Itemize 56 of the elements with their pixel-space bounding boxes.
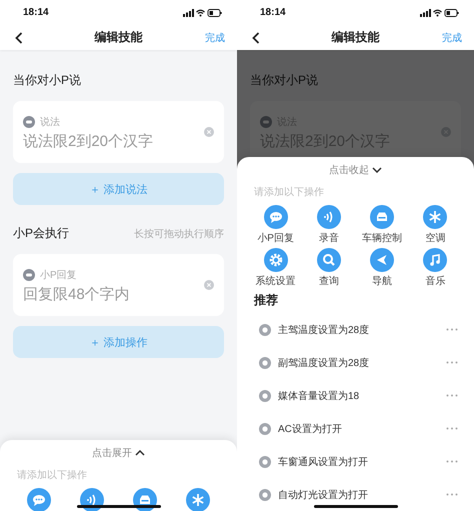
status-time: 18:14 xyxy=(23,7,49,18)
circle-icon xyxy=(259,324,271,336)
back-icon[interactable] xyxy=(15,32,23,44)
action-label[interactable]: 查询 xyxy=(318,274,339,288)
section-title: 当你对小P说 xyxy=(13,72,82,89)
circle-icon xyxy=(259,390,271,402)
status-icons xyxy=(420,8,460,18)
page-title: 编辑技能 xyxy=(332,29,380,46)
gear-icon[interactable] xyxy=(264,248,288,272)
section-title: 推荐 xyxy=(254,292,279,309)
toggle-button[interactable]: 点击展开 xyxy=(92,446,132,460)
more-icon[interactable] xyxy=(446,328,458,331)
field-label: 说法 xyxy=(40,116,60,128)
section-hint: 长按可拖动执行顺序 xyxy=(134,228,224,240)
more-icon[interactable] xyxy=(446,460,458,463)
search-icon[interactable] xyxy=(316,248,341,272)
action-label[interactable]: 导航 xyxy=(372,274,392,288)
more-icon[interactable] xyxy=(446,394,458,397)
more-icon[interactable] xyxy=(446,493,458,496)
status-icons xyxy=(183,8,223,18)
recommendation-item[interactable]: 媒体音量设置为18 xyxy=(278,388,439,402)
recommendation-item[interactable]: 车窗通风设置为打开 xyxy=(278,454,439,468)
action-label[interactable]: 音乐 xyxy=(425,274,446,288)
circle-icon xyxy=(259,488,271,500)
sheet-hint: 请添加以下操作 xyxy=(254,186,325,199)
field-label: 小P回复 xyxy=(40,268,77,282)
sheet-hint: 请添加以下操作 xyxy=(17,468,88,482)
back-icon[interactable] xyxy=(252,32,260,44)
action-label[interactable]: 系统设置 xyxy=(256,274,296,288)
section-title: 小P会执行 xyxy=(13,225,70,242)
snowflake-icon[interactable] xyxy=(186,488,210,511)
action-label[interactable]: 车辆控制 xyxy=(362,231,402,245)
clear-icon[interactable] xyxy=(204,127,214,137)
action-label[interactable]: 小P回复 xyxy=(257,231,294,245)
chevron-up-icon[interactable] xyxy=(135,450,145,456)
action-label[interactable]: 空调 xyxy=(425,231,446,245)
clear-icon[interactable] xyxy=(204,280,214,290)
input-field[interactable]: 说法限2到20个汉字 xyxy=(23,132,183,150)
chevron-down-icon[interactable] xyxy=(372,167,382,173)
circle-icon xyxy=(259,356,271,368)
recommendation-item[interactable]: AC设置为打开 xyxy=(278,422,439,436)
page-title: 编辑技能 xyxy=(94,29,142,46)
more-icon[interactable] xyxy=(446,361,458,364)
more-icon[interactable] xyxy=(446,427,458,430)
snowflake-icon[interactable] xyxy=(423,205,448,229)
input-field[interactable]: 回复限48个字内 xyxy=(23,286,183,302)
recommendation-item[interactable]: 自动灯光设置为打开 xyxy=(278,488,439,502)
toggle-button[interactable]: 点击收起 xyxy=(329,163,369,177)
circle-icon xyxy=(259,422,271,434)
action-label[interactable]: 录音 xyxy=(318,231,339,245)
status-time: 18:14 xyxy=(260,7,286,18)
recommendation-item[interactable]: 主驾温度设置为28度 xyxy=(278,322,439,336)
music-note-icon[interactable] xyxy=(423,248,448,272)
section-title: 当你对小P说 xyxy=(250,72,318,89)
recommendation-item[interactable]: 副驾温度设置为28度 xyxy=(278,356,439,370)
circle-icon xyxy=(259,456,271,468)
